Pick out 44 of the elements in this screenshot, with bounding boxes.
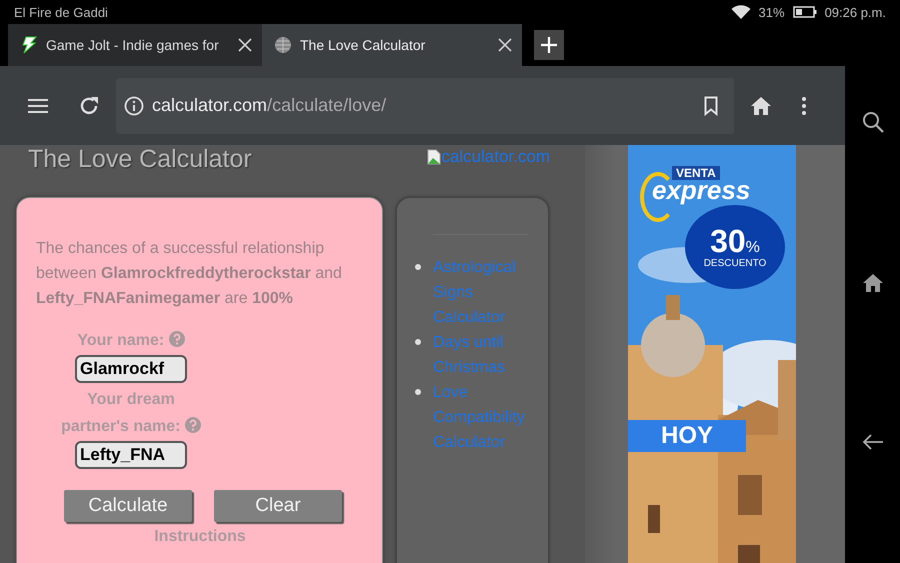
more-icon[interactable] bbox=[802, 96, 806, 114]
bullet-icon bbox=[415, 389, 421, 395]
bullet-icon bbox=[415, 339, 421, 345]
device-name: El Fire de Gaddi bbox=[14, 4, 108, 20]
discount-label: DESCUENTO bbox=[704, 258, 766, 270]
close-icon[interactable] bbox=[238, 38, 252, 52]
globe-icon bbox=[274, 36, 292, 54]
action-button[interactable]: Clear bbox=[214, 490, 342, 522]
search-icon[interactable] bbox=[862, 111, 884, 133]
field-label: Your name: bbox=[56, 327, 206, 354]
ad-banner-label: HOY bbox=[628, 420, 746, 452]
url-text: calculator.com/calculate/love/ bbox=[152, 95, 388, 116]
home-icon[interactable] bbox=[750, 96, 772, 116]
close-icon[interactable] bbox=[498, 38, 512, 52]
page-title: The Love Calculator bbox=[28, 145, 252, 173]
wifi-icon bbox=[730, 5, 751, 19]
discount-number: 30 bbox=[710, 224, 746, 258]
reload-icon[interactable] bbox=[78, 94, 100, 116]
browser-tab[interactable]: The Love Calculator bbox=[262, 24, 522, 66]
lightning-icon bbox=[20, 36, 38, 54]
help-icon bbox=[168, 331, 185, 347]
help-icon bbox=[184, 417, 201, 433]
name-field[interactable]: Lefty_FNA bbox=[75, 441, 187, 469]
battery-percent: 31% bbox=[758, 4, 785, 20]
percent-sign: % bbox=[746, 239, 760, 257]
home-icon[interactable] bbox=[862, 273, 884, 293]
new-tab-button[interactable] bbox=[534, 30, 564, 60]
result-text: The chances of a successful relationship between Glamrockfreddytherockstar and Lefty_FNAFanimegamer are 100% bbox=[36, 239, 343, 309]
browser-tab[interactable]: Game Jolt - Indie games for bbox=[8, 24, 262, 66]
action-button[interactable]: Calculate bbox=[64, 490, 192, 522]
address-bar[interactable]: calculator.com/calculate/love/ bbox=[116, 78, 734, 134]
bullet-icon bbox=[415, 264, 421, 270]
info-icon bbox=[124, 96, 144, 116]
field-label: Your dream partner's name: bbox=[56, 386, 206, 440]
broken-image-icon bbox=[427, 149, 442, 165]
instructions-heading: Instructions bbox=[153, 528, 247, 546]
battery-icon bbox=[792, 6, 817, 18]
bookmark-icon[interactable] bbox=[704, 96, 718, 116]
plus-icon bbox=[540, 36, 558, 54]
ad-label: VENTA bbox=[672, 166, 720, 180]
back-icon[interactable] bbox=[862, 433, 884, 451]
clock: 09:26 p.m. bbox=[824, 4, 886, 20]
menu-icon[interactable] bbox=[28, 98, 48, 114]
name-field[interactable]: Glamrockf bbox=[75, 355, 187, 383]
